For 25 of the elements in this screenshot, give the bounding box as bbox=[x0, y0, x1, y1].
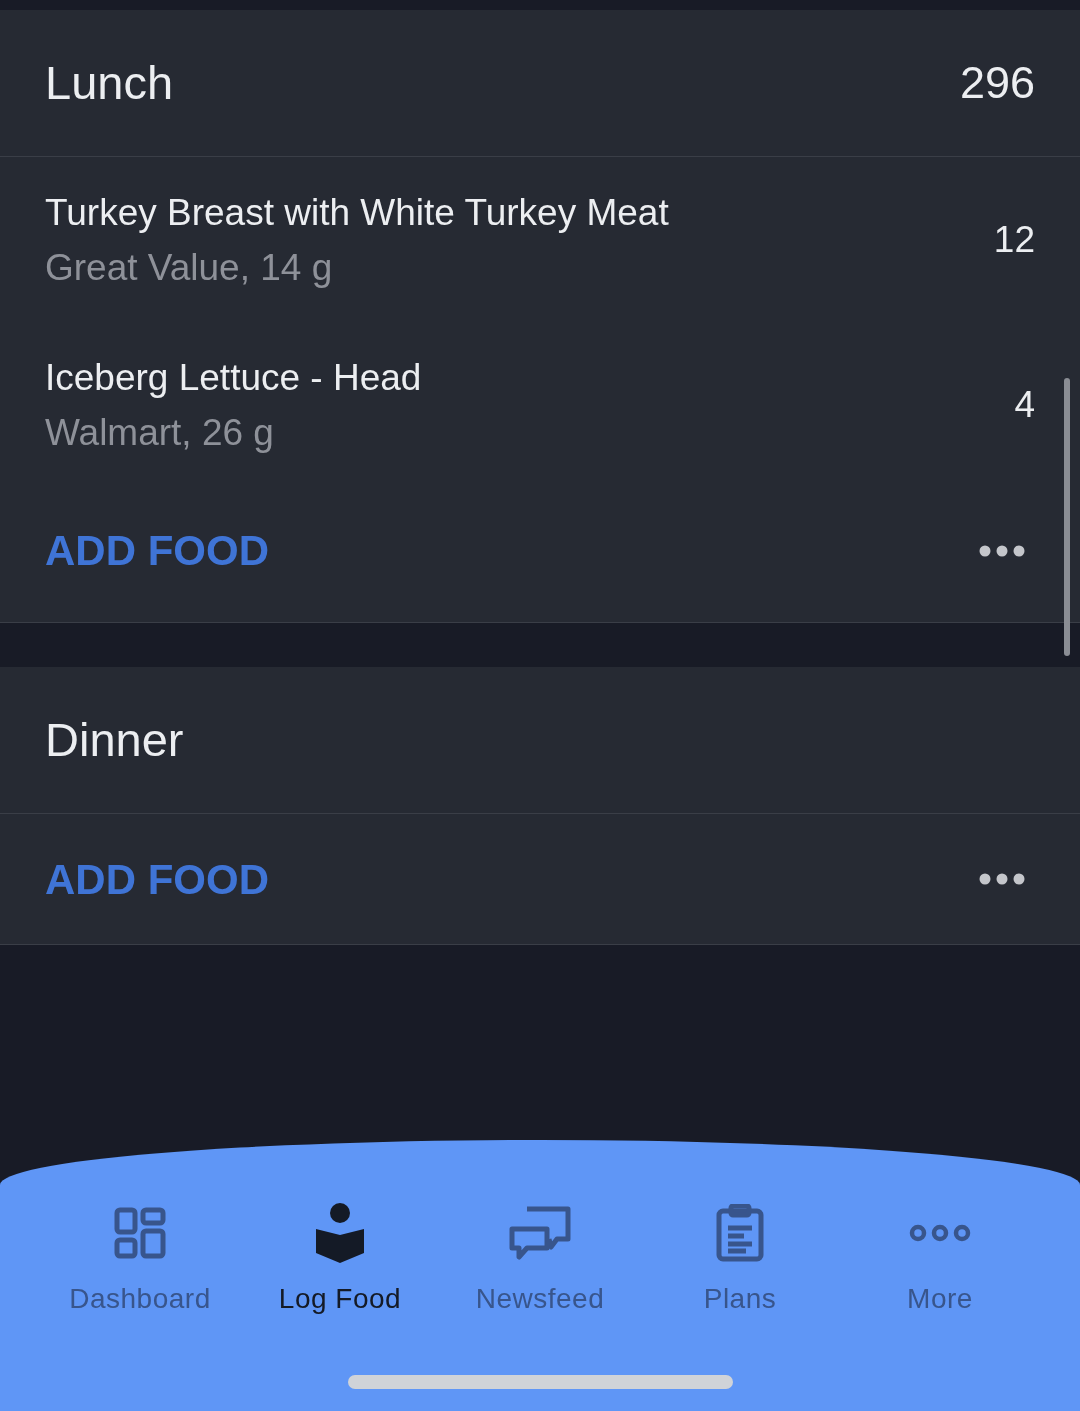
food-detail: Great Value, 14 g bbox=[45, 245, 334, 290]
food-name: Iceberg Lettuce - Head bbox=[45, 355, 422, 400]
reading-person-icon bbox=[314, 1203, 366, 1263]
tab[interactable]: Log Food bbox=[240, 1202, 440, 1320]
tab[interactable]: Newsfeed bbox=[440, 1202, 640, 1320]
clipboard-icon bbox=[716, 1204, 764, 1262]
tab[interactable]: More bbox=[840, 1202, 1040, 1320]
chat-bubbles-icon bbox=[509, 1206, 571, 1260]
food-row[interactable]: Turkey Breast with White Turkey Meat Great Value, 14 g 12 bbox=[0, 157, 1080, 322]
food-detail: Walmart, 26 g bbox=[45, 410, 275, 455]
food-row[interactable]: Iceberg Lettuce - Head Walmart, 26 g 4 bbox=[0, 322, 1080, 487]
meal-calories: 296 bbox=[959, 56, 1035, 111]
grid-icon bbox=[114, 1207, 166, 1259]
meal-title: Dinner bbox=[45, 711, 184, 768]
food-name: Turkey Breast with White Turkey Meat bbox=[45, 190, 669, 235]
more-icon bbox=[909, 1223, 971, 1243]
more-icon[interactable] bbox=[979, 544, 1025, 557]
add-food-button[interactable]: ADD FOOD bbox=[45, 847, 269, 911]
food-calories: 4 bbox=[1014, 382, 1035, 427]
food-calories: 12 bbox=[993, 217, 1035, 262]
add-food-button[interactable]: ADD FOOD bbox=[45, 519, 269, 582]
tab[interactable]: Plans bbox=[640, 1202, 840, 1320]
more-icon[interactable] bbox=[979, 873, 1025, 885]
tab[interactable]: Dashboard bbox=[40, 1202, 240, 1320]
meal-title: Lunch bbox=[45, 54, 174, 111]
